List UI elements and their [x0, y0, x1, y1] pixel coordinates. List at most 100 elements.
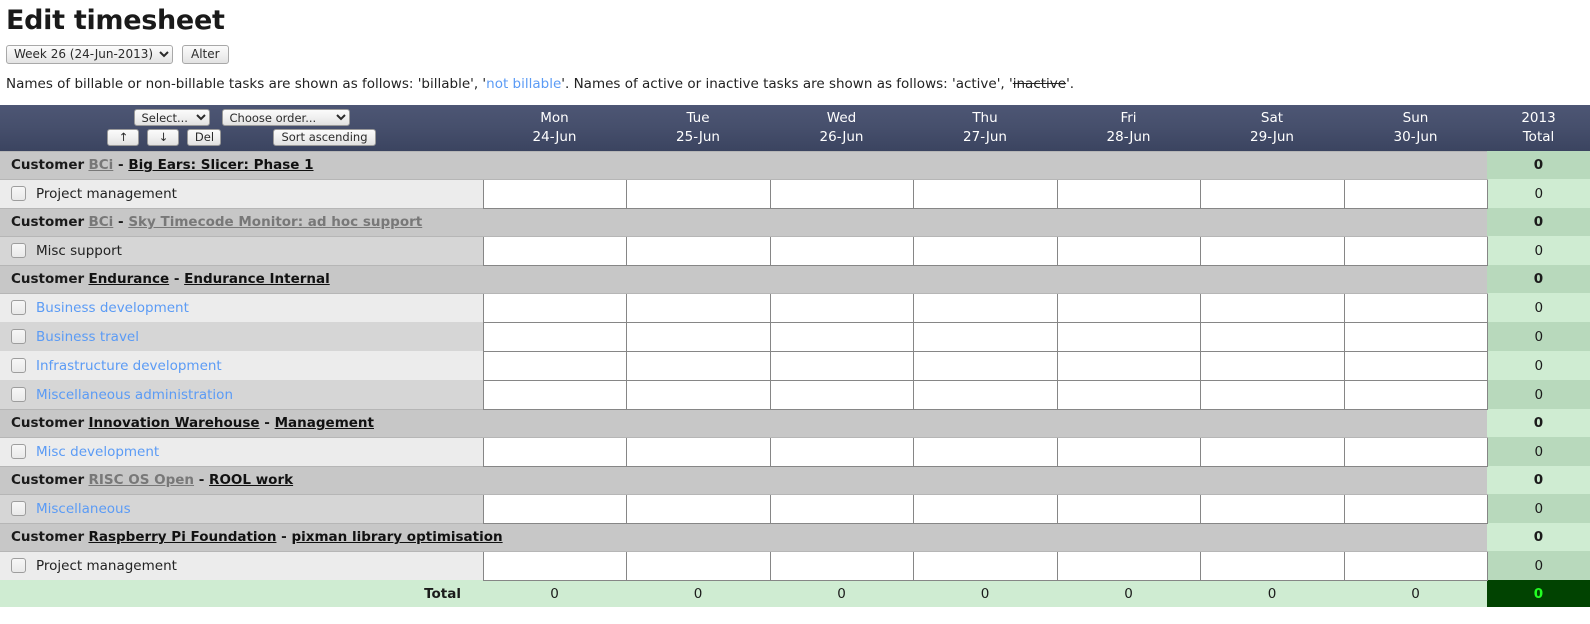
- hours-cell[interactable]: [482, 235, 627, 266]
- hours-cell[interactable]: [1199, 350, 1345, 381]
- hours-cell[interactable]: [912, 178, 1058, 209]
- hours-cell[interactable]: [1056, 350, 1201, 381]
- task-checkbox[interactable]: [11, 443, 26, 459]
- hours-input[interactable]: [913, 494, 1057, 523]
- select-dropdown[interactable]: Select...: [133, 109, 210, 127]
- hours-cell[interactable]: [1056, 436, 1201, 467]
- hours-input[interactable]: [626, 351, 770, 380]
- hours-cell[interactable]: [625, 379, 771, 410]
- delete-button[interactable]: Del: [187, 129, 222, 147]
- hours-input[interactable]: [770, 179, 913, 208]
- hours-input[interactable]: [770, 551, 913, 580]
- hours-input[interactable]: [1057, 380, 1200, 409]
- hours-input[interactable]: [1057, 179, 1200, 208]
- hours-input[interactable]: [1057, 351, 1200, 380]
- hours-input[interactable]: [1344, 380, 1487, 409]
- hours-input[interactable]: [770, 322, 913, 351]
- customer-link[interactable]: Innovation Warehouse: [88, 415, 259, 431]
- hours-cell[interactable]: [625, 178, 771, 209]
- hours-input[interactable]: [1057, 437, 1200, 466]
- hours-cell[interactable]: [1343, 292, 1488, 323]
- hours-cell[interactable]: [912, 379, 1058, 410]
- hours-cell[interactable]: [1056, 235, 1201, 266]
- hours-cell[interactable]: [769, 436, 914, 467]
- hours-cell[interactable]: [1199, 292, 1345, 323]
- task-checkbox[interactable]: [11, 557, 26, 573]
- hours-input[interactable]: [1344, 494, 1487, 523]
- project-link[interactable]: Endurance Internal: [184, 271, 330, 287]
- hours-cell[interactable]: [482, 321, 627, 352]
- hours-cell[interactable]: [482, 493, 627, 524]
- hours-input[interactable]: [913, 380, 1057, 409]
- hours-input[interactable]: [626, 179, 770, 208]
- hours-cell[interactable]: [482, 178, 627, 209]
- hours-cell[interactable]: [1343, 321, 1488, 352]
- hours-input[interactable]: [913, 293, 1057, 322]
- sort-ascending-button[interactable]: Sort ascending: [273, 129, 376, 147]
- hours-cell[interactable]: [625, 235, 771, 266]
- task-checkbox[interactable]: [11, 185, 26, 201]
- hours-cell[interactable]: [625, 550, 771, 581]
- alter-button[interactable]: Alter: [182, 44, 229, 64]
- task-checkbox[interactable]: [11, 299, 26, 315]
- task-checkbox[interactable]: [11, 242, 26, 258]
- hours-cell[interactable]: [1199, 235, 1345, 266]
- hours-input[interactable]: [1344, 322, 1487, 351]
- week-select[interactable]: Week 26 (24-Jun-2013): [6, 44, 173, 64]
- hours-cell[interactable]: [912, 235, 1058, 266]
- hours-cell[interactable]: [1199, 550, 1345, 581]
- hours-cell[interactable]: [912, 321, 1058, 352]
- hours-cell[interactable]: [625, 493, 771, 524]
- hours-input[interactable]: [483, 236, 626, 265]
- hours-cell[interactable]: [625, 321, 771, 352]
- hours-input[interactable]: [1344, 437, 1487, 466]
- hours-input[interactable]: [626, 380, 770, 409]
- hours-input[interactable]: [1344, 351, 1487, 380]
- hours-cell[interactable]: [1056, 550, 1201, 581]
- hours-input[interactable]: [913, 179, 1057, 208]
- project-link[interactable]: pixman library optimisation: [291, 529, 502, 545]
- hours-cell[interactable]: [482, 379, 627, 410]
- hours-input[interactable]: [770, 236, 913, 265]
- hours-input[interactable]: [1200, 351, 1344, 380]
- hours-input[interactable]: [913, 351, 1057, 380]
- hours-input[interactable]: [913, 322, 1057, 351]
- hours-input[interactable]: [626, 551, 770, 580]
- project-link[interactable]: ROOL work: [209, 472, 293, 488]
- hours-input[interactable]: [770, 293, 913, 322]
- hours-cell[interactable]: [912, 493, 1058, 524]
- hours-input[interactable]: [626, 437, 770, 466]
- task-checkbox[interactable]: [11, 386, 26, 402]
- customer-link[interactable]: RISC OS Open: [88, 472, 194, 488]
- hours-input[interactable]: [1344, 179, 1487, 208]
- hours-cell[interactable]: [769, 350, 914, 381]
- hours-input[interactable]: [626, 494, 770, 523]
- hours-cell[interactable]: [769, 292, 914, 323]
- hours-cell[interactable]: [1343, 178, 1488, 209]
- task-checkbox[interactable]: [11, 500, 26, 516]
- hours-cell[interactable]: [482, 550, 627, 581]
- hours-input[interactable]: [483, 437, 626, 466]
- hours-cell[interactable]: [1056, 292, 1201, 323]
- hours-input[interactable]: [913, 551, 1057, 580]
- move-down-button[interactable]: ↓: [147, 129, 180, 147]
- hours-input[interactable]: [1200, 551, 1344, 580]
- hours-cell[interactable]: [1199, 379, 1345, 410]
- project-link[interactable]: Sky Timecode Monitor: ad hoc support: [128, 214, 422, 230]
- hours-input[interactable]: [626, 236, 770, 265]
- hours-cell[interactable]: [769, 493, 914, 524]
- hours-input[interactable]: [913, 437, 1057, 466]
- hours-input[interactable]: [1200, 322, 1344, 351]
- hours-cell[interactable]: [769, 235, 914, 266]
- hours-input[interactable]: [483, 322, 626, 351]
- hours-cell[interactable]: [769, 178, 914, 209]
- hours-cell[interactable]: [1199, 436, 1345, 467]
- hours-cell[interactable]: [625, 292, 771, 323]
- customer-link[interactable]: BCi: [88, 157, 113, 173]
- hours-input[interactable]: [770, 351, 913, 380]
- customer-link[interactable]: Raspberry Pi Foundation: [88, 529, 276, 545]
- hours-cell[interactable]: [769, 321, 914, 352]
- hours-input[interactable]: [1344, 293, 1487, 322]
- hours-cell[interactable]: [482, 350, 627, 381]
- hours-cell[interactable]: [625, 350, 771, 381]
